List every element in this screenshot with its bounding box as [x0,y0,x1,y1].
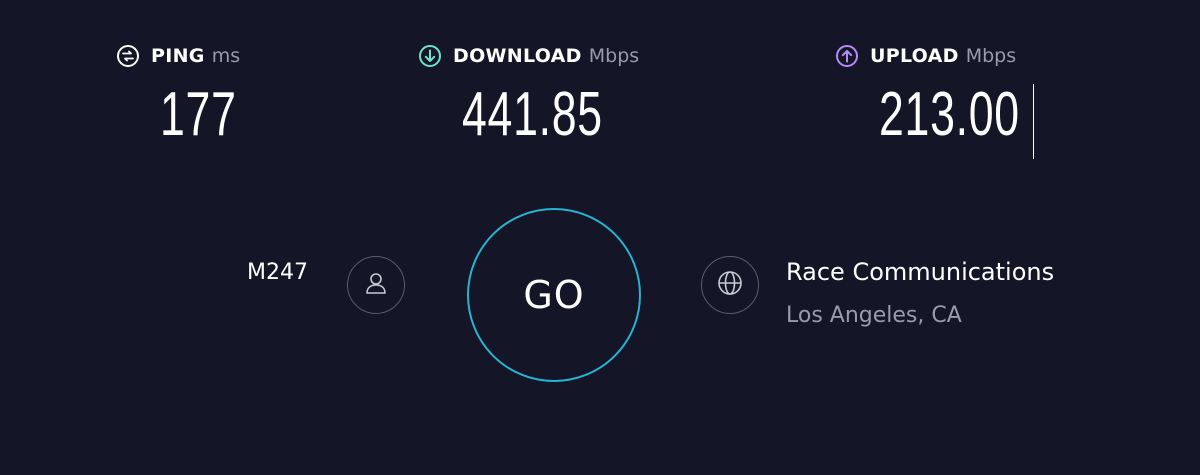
download-value: 441.85 [462,80,603,149]
upload-label: UPLOAD [870,45,959,67]
user-button[interactable] [347,256,405,314]
upload-metric: UPLOAD Mbps 213.00 [835,44,1019,146]
ping-label: PING [151,45,205,67]
go-label: GO [523,273,585,317]
ping-unit: ms [211,45,241,67]
upload-unit: Mbps [965,45,1017,67]
upload-arrow-icon [835,44,859,68]
download-metric: DOWNLOAD Mbps 441.85 [418,44,639,146]
server-button[interactable] [701,256,759,314]
speedtest-page: PING ms 177 DOWNLOAD Mbps 441.85 UPLOAD … [0,0,1200,475]
server-location: Los Angeles, CA [786,303,962,328]
text-cursor [1033,84,1034,159]
ping-icon [116,44,140,68]
download-header: DOWNLOAD Mbps [418,44,639,68]
upload-value: 213.00 [879,80,1020,149]
server-name[interactable]: Race Communications [786,258,1054,286]
download-arrow-icon [418,44,442,68]
globe-icon [715,268,745,302]
go-button[interactable]: GO [467,208,641,382]
download-label: DOWNLOAD [453,45,582,67]
isp-name: M247 [247,260,308,285]
download-unit: Mbps [588,45,640,67]
ping-header: PING ms [116,44,240,68]
upload-header: UPLOAD Mbps [835,44,1016,68]
ping-metric: PING ms 177 [116,44,240,146]
ping-value: 177 [160,80,237,149]
user-icon [362,269,390,301]
